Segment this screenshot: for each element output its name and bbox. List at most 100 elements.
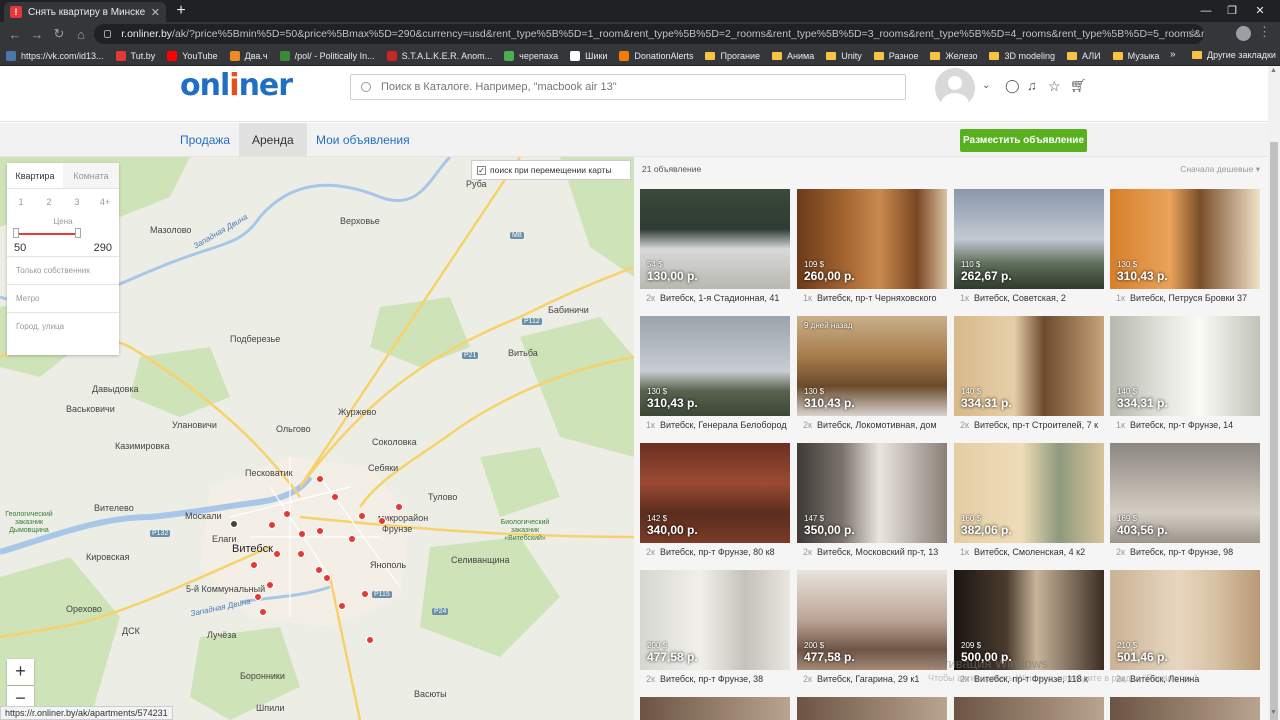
rooms-option-1[interactable]: 1 — [7, 189, 35, 215]
listing-card[interactable]: 200 $477,58 р. 2к Витебск, пр-т Фрунзе, 38 — [640, 570, 790, 694]
price-max-handle[interactable] — [75, 228, 81, 238]
price-slider[interactable] — [11, 226, 115, 240]
scroll-thumb[interactable] — [1270, 142, 1278, 720]
bookmark-folder[interactable]: Музыка — [1112, 51, 1159, 61]
listing-card[interactable]: 147 $350,00 р. 2к Витебск, Московский пр-т… — [797, 443, 947, 567]
listing-photo[interactable]: 200 $477,58 р. — [640, 570, 790, 670]
listing-card[interactable]: 130 $310,43 р. 1к Витебск, Петруся Бровки … — [1110, 189, 1260, 313]
listing-marker[interactable] — [331, 493, 339, 501]
listing-photo[interactable]: 130 $310,43 р. — [1110, 189, 1260, 289]
bookmark-item[interactable]: YouTube — [167, 50, 218, 61]
back-arrow-icon[interactable]: ← — [4, 27, 26, 42]
rooms-option-2[interactable]: 2 — [35, 189, 63, 215]
listing-card[interactable]: 110 $262,67 р. 1к Витебск, Советская, 2 — [954, 189, 1104, 313]
browser-menu-icon[interactable]: ⋮ — [1258, 24, 1271, 40]
listing-photo[interactable]: 140 $334,31 р. — [1110, 316, 1260, 416]
listing-photo[interactable]: 210 $501,46 р. — [1110, 570, 1260, 670]
profile-avatar-icon[interactable] — [1236, 26, 1251, 41]
listing-card[interactable]: 140 $334,31 р. 1к Витебск, пр-т Фрунзе, 14 — [1110, 316, 1260, 440]
listing-photo[interactable]: 160 $382,06 р. — [954, 443, 1104, 543]
tab-my-ads[interactable]: Мои объявления — [303, 123, 423, 157]
listing-photo[interactable]: 209 $500,00 р. — [954, 570, 1104, 670]
forward-arrow-icon[interactable]: → — [26, 27, 48, 42]
listing-card[interactable]: 142 $340,00 р. 2к Витебск, пр-т Фрунзе, 80… — [640, 443, 790, 567]
listing-marker[interactable] — [250, 561, 258, 569]
listing-marker[interactable] — [297, 550, 305, 558]
listing-marker[interactable] — [348, 535, 356, 543]
listing-marker[interactable] — [298, 530, 306, 538]
listing-card[interactable]: 160 $382,06 р. 1к Витебск, Смоленская, 4 к… — [954, 443, 1104, 567]
filter-tab-room[interactable]: Комната — [63, 163, 119, 188]
catalog-search[interactable] — [350, 74, 906, 100]
listing-photo[interactable] — [1110, 697, 1260, 720]
reload-icon[interactable]: ↻ — [48, 26, 70, 42]
listing-marker[interactable] — [378, 517, 386, 525]
listing-marker[interactable] — [358, 512, 366, 520]
bookmark-folder[interactable]: Железо — [930, 51, 977, 61]
bell-icon[interactable]: ♫ — [1027, 78, 1037, 93]
browser-tab[interactable]: ! Снять квартиру в Минске на дл ✕ — [4, 2, 166, 22]
bookmark-folder[interactable]: АЛИ — [1067, 51, 1101, 61]
bookmark-item[interactable]: Tut.by — [115, 50, 155, 61]
onliner-logo[interactable]: onliner — [180, 68, 293, 103]
listing-marker[interactable] — [259, 608, 267, 616]
price-min-value[interactable]: 50 — [14, 242, 26, 254]
only-owners-checkbox[interactable]: Только собственник — [7, 256, 119, 284]
metro-select[interactable]: Метро — [7, 284, 119, 312]
search-on-move-toggle[interactable]: ✓ поиск при перемещении карты — [471, 160, 631, 180]
listing-marker[interactable] — [395, 503, 403, 511]
checkbox-check-icon[interactable]: ✓ — [477, 165, 486, 175]
sort-select[interactable]: Сначала дешевые ▾ — [1180, 164, 1260, 175]
bookmark-folder[interactable]: Анима — [772, 51, 814, 61]
listing-card[interactable]: 130 $310,43 р. 1к Витебск, Генерала Белобо… — [640, 316, 790, 440]
bookmark-item[interactable]: S.T.A.L.K.E.R. Anom... — [386, 50, 492, 61]
listing-marker[interactable] — [283, 510, 291, 518]
listing-card-partial[interactable] — [1110, 697, 1260, 720]
bookmark-item[interactable]: черепаха — [504, 50, 558, 61]
listing-photo[interactable]: 9 дней назад 130 $310,43 р. — [797, 316, 947, 416]
listing-marker[interactable] — [316, 475, 324, 483]
zoom-in-button[interactable]: + — [7, 659, 34, 685]
listing-card[interactable]: 200 $477,58 р. 2к Витебск, Гагарина, 29 к1 — [797, 570, 947, 694]
listing-photo[interactable]: 130 $310,43 р. — [640, 316, 790, 416]
filter-tab-apartment[interactable]: Квартира — [7, 163, 63, 188]
bookmark-star-icon[interactable]: ☆ — [1187, 26, 1198, 40]
listing-marker[interactable] — [273, 550, 281, 558]
new-tab-button[interactable]: + — [172, 2, 190, 20]
url-field[interactable]: r.onliner.by/ak/?price%5Bmin%5D=50&price… — [94, 24, 1204, 44]
listing-photo[interactable]: 110 $262,67 р. — [954, 189, 1104, 289]
listing-card-partial[interactable] — [640, 697, 790, 720]
listing-card-partial[interactable] — [797, 697, 947, 720]
bookmark-item[interactable]: Два.ч — [229, 50, 268, 61]
listing-photo[interactable]: 54 $130,00 р. — [640, 189, 790, 289]
listing-marker[interactable] — [361, 590, 369, 598]
chevron-down-icon[interactable]: ⌄ — [982, 80, 990, 91]
tab-close-icon[interactable]: ✕ — [151, 6, 160, 19]
city-street-input[interactable]: Город, улица — [7, 312, 119, 340]
tab-sale[interactable]: Продажа — [167, 123, 243, 157]
listing-photo[interactable]: 109 $260,00 р. — [797, 189, 947, 289]
listing-card[interactable]: 54 $130,00 р. 2к Витебск, 1-я Стадионная, … — [640, 189, 790, 313]
listing-marker-selected[interactable] — [230, 520, 238, 528]
rooms-option-3[interactable]: 3 — [63, 189, 91, 215]
listing-card[interactable]: 109 $260,00 р. 1к Витебск, пр-т Черняховск… — [797, 189, 947, 313]
bookmark-folder[interactable]: Прогание — [705, 51, 760, 61]
bookmark-item[interactable]: https://vk.com/id13... — [6, 50, 104, 61]
bookmark-folder[interactable]: 3D modeling — [989, 51, 1055, 61]
listing-card[interactable]: 140 $334,31 р. 2к Витебск, пр-т Строителей… — [954, 316, 1104, 440]
bookmark-item[interactable]: Шики — [570, 50, 607, 61]
listing-marker[interactable] — [268, 521, 276, 529]
scroll-up-icon[interactable]: ▲ — [1270, 67, 1277, 74]
price-min-handle[interactable] — [13, 228, 19, 238]
listing-marker[interactable] — [254, 593, 262, 601]
bookmark-item[interactable]: /pol/ - Politically In... — [279, 50, 375, 61]
bookmark-item[interactable]: DonationAlerts — [619, 50, 693, 61]
listing-photo[interactable]: 142 $340,00 р. — [640, 443, 790, 543]
bookmark-folder[interactable]: Разное — [873, 51, 918, 61]
listing-photo[interactable]: 169 $403,56 р. — [1110, 443, 1260, 543]
listing-marker[interactable] — [315, 566, 323, 574]
listing-photo[interactable]: 147 $350,00 р. — [797, 443, 947, 543]
listing-marker[interactable] — [366, 636, 374, 644]
chat-icon[interactable]: ◯ — [1005, 78, 1020, 94]
listing-card-partial[interactable] — [954, 697, 1104, 720]
